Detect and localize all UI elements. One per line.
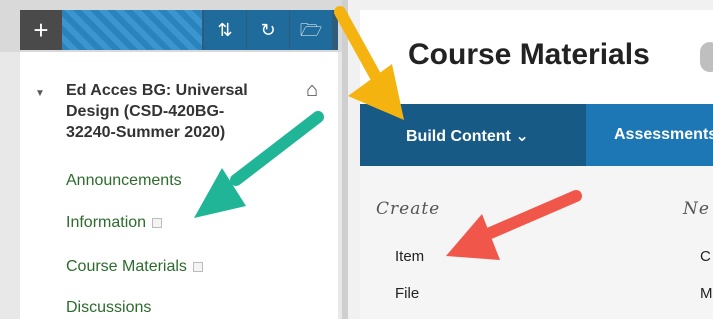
red-arrow-icon (446, 190, 582, 260)
annotation-arrows (194, 6, 582, 260)
yellow-arrow-icon (334, 6, 404, 120)
teal-arrow-icon (194, 111, 324, 218)
